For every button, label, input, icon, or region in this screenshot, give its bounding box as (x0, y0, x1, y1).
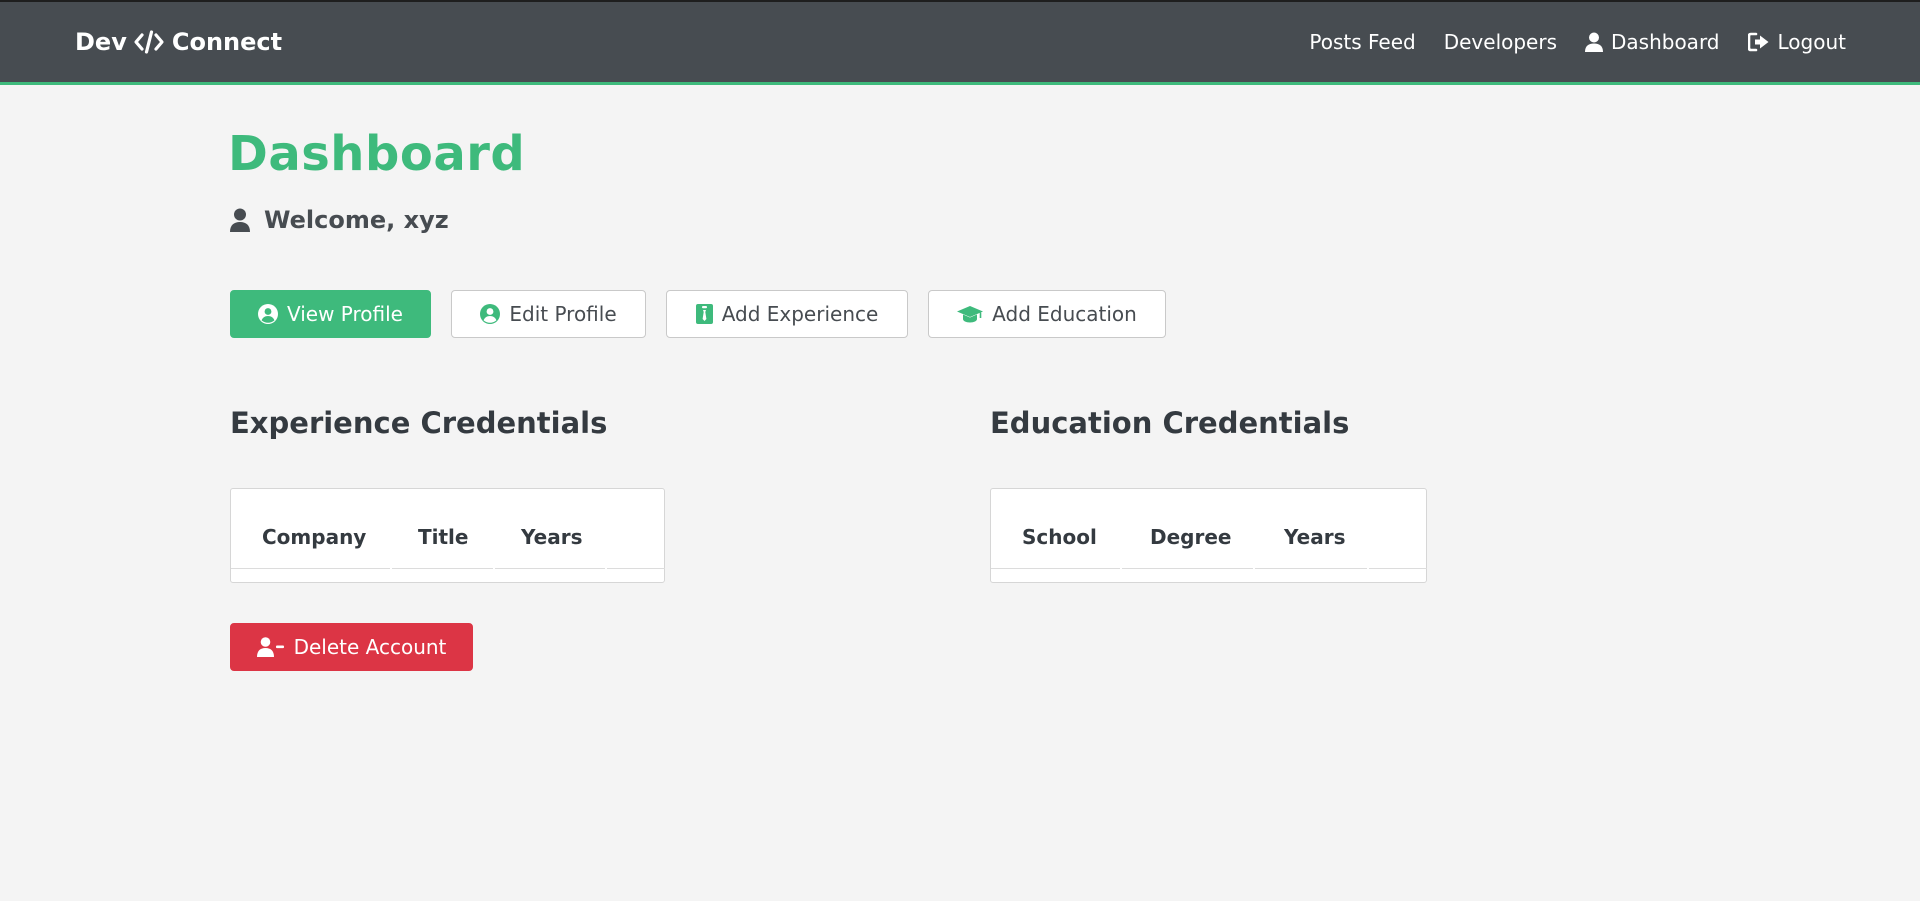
nav-links: Posts Feed Developers Dashboard Logout (1281, 30, 1846, 54)
delete-account-button[interactable]: Delete Account (230, 623, 473, 671)
code-icon (133, 30, 165, 54)
brand-text-right: Connect (171, 28, 283, 56)
header-divider (1255, 568, 1367, 569)
view-profile-label: View Profile (286, 302, 403, 326)
header-divider (392, 568, 493, 569)
id-badge-icon (695, 304, 713, 324)
nav-link-label: Dashboard (1611, 30, 1720, 54)
user-icon (1585, 32, 1603, 52)
nav-link-label: Posts Feed (1309, 30, 1416, 54)
nav-link-dashboard[interactable]: Dashboard (1585, 30, 1720, 54)
header-divider (1369, 568, 1427, 569)
add-education-button[interactable]: Add Education (928, 290, 1166, 338)
sign-out-icon (1747, 32, 1770, 52)
user-icon (230, 208, 250, 232)
user-minus-icon (256, 637, 284, 657)
user-circle-icon (257, 304, 278, 324)
header-divider (495, 568, 605, 569)
delete-account-label: Delete Account (293, 635, 447, 659)
experience-table: Company Title Years (230, 488, 665, 583)
experience-section-title: Experience Credentials (230, 406, 608, 440)
add-experience-button[interactable]: Add Experience (666, 290, 908, 338)
table-header-row: School Degree Years (991, 489, 1426, 568)
edit-profile-label: Edit Profile (509, 302, 617, 326)
header-divider (991, 568, 1120, 569)
education-section-title: Education Credentials (990, 406, 1350, 440)
edit-profile-button[interactable]: Edit Profile (451, 290, 646, 338)
education-table: School Degree Years (990, 488, 1427, 583)
header-divider (1122, 568, 1253, 569)
column-header-years: Years (1284, 525, 1346, 549)
add-experience-label: Add Experience (721, 302, 879, 326)
column-header-title: Title (418, 525, 469, 549)
dashboard-actions: View Profile Edit Profile Add Experience (230, 290, 1186, 338)
column-header-degree: Degree (1150, 525, 1232, 549)
nav-link-label: Developers (1443, 30, 1557, 54)
add-education-label: Add Education (992, 302, 1137, 326)
table-header-row: Company Title Years (231, 489, 664, 568)
nav-link-logout[interactable]: Logout (1747, 30, 1846, 54)
user-circle-icon (480, 304, 501, 324)
nav-link-posts-feed[interactable]: Posts Feed (1309, 30, 1415, 54)
brand-logo[interactable]: Dev Connect (75, 28, 282, 56)
column-header-school: School (1022, 525, 1097, 549)
page-title: Dashboard (228, 126, 526, 182)
brand-text-left: Dev (75, 28, 127, 56)
column-header-years: Years (521, 525, 583, 549)
nav-link-developers[interactable]: Developers (1444, 30, 1557, 54)
column-header-company: Company (262, 525, 367, 549)
header-divider (231, 568, 390, 569)
welcome-text: Welcome, xyz (264, 206, 449, 234)
view-profile-button[interactable]: View Profile (230, 290, 431, 338)
navbar: Dev Connect Posts Feed Developers Dashbo… (0, 0, 1920, 85)
welcome-message: Welcome, xyz (230, 206, 449, 234)
header-divider (607, 568, 665, 569)
nav-link-label: Logout (1777, 30, 1846, 54)
graduation-cap-icon (957, 305, 984, 323)
